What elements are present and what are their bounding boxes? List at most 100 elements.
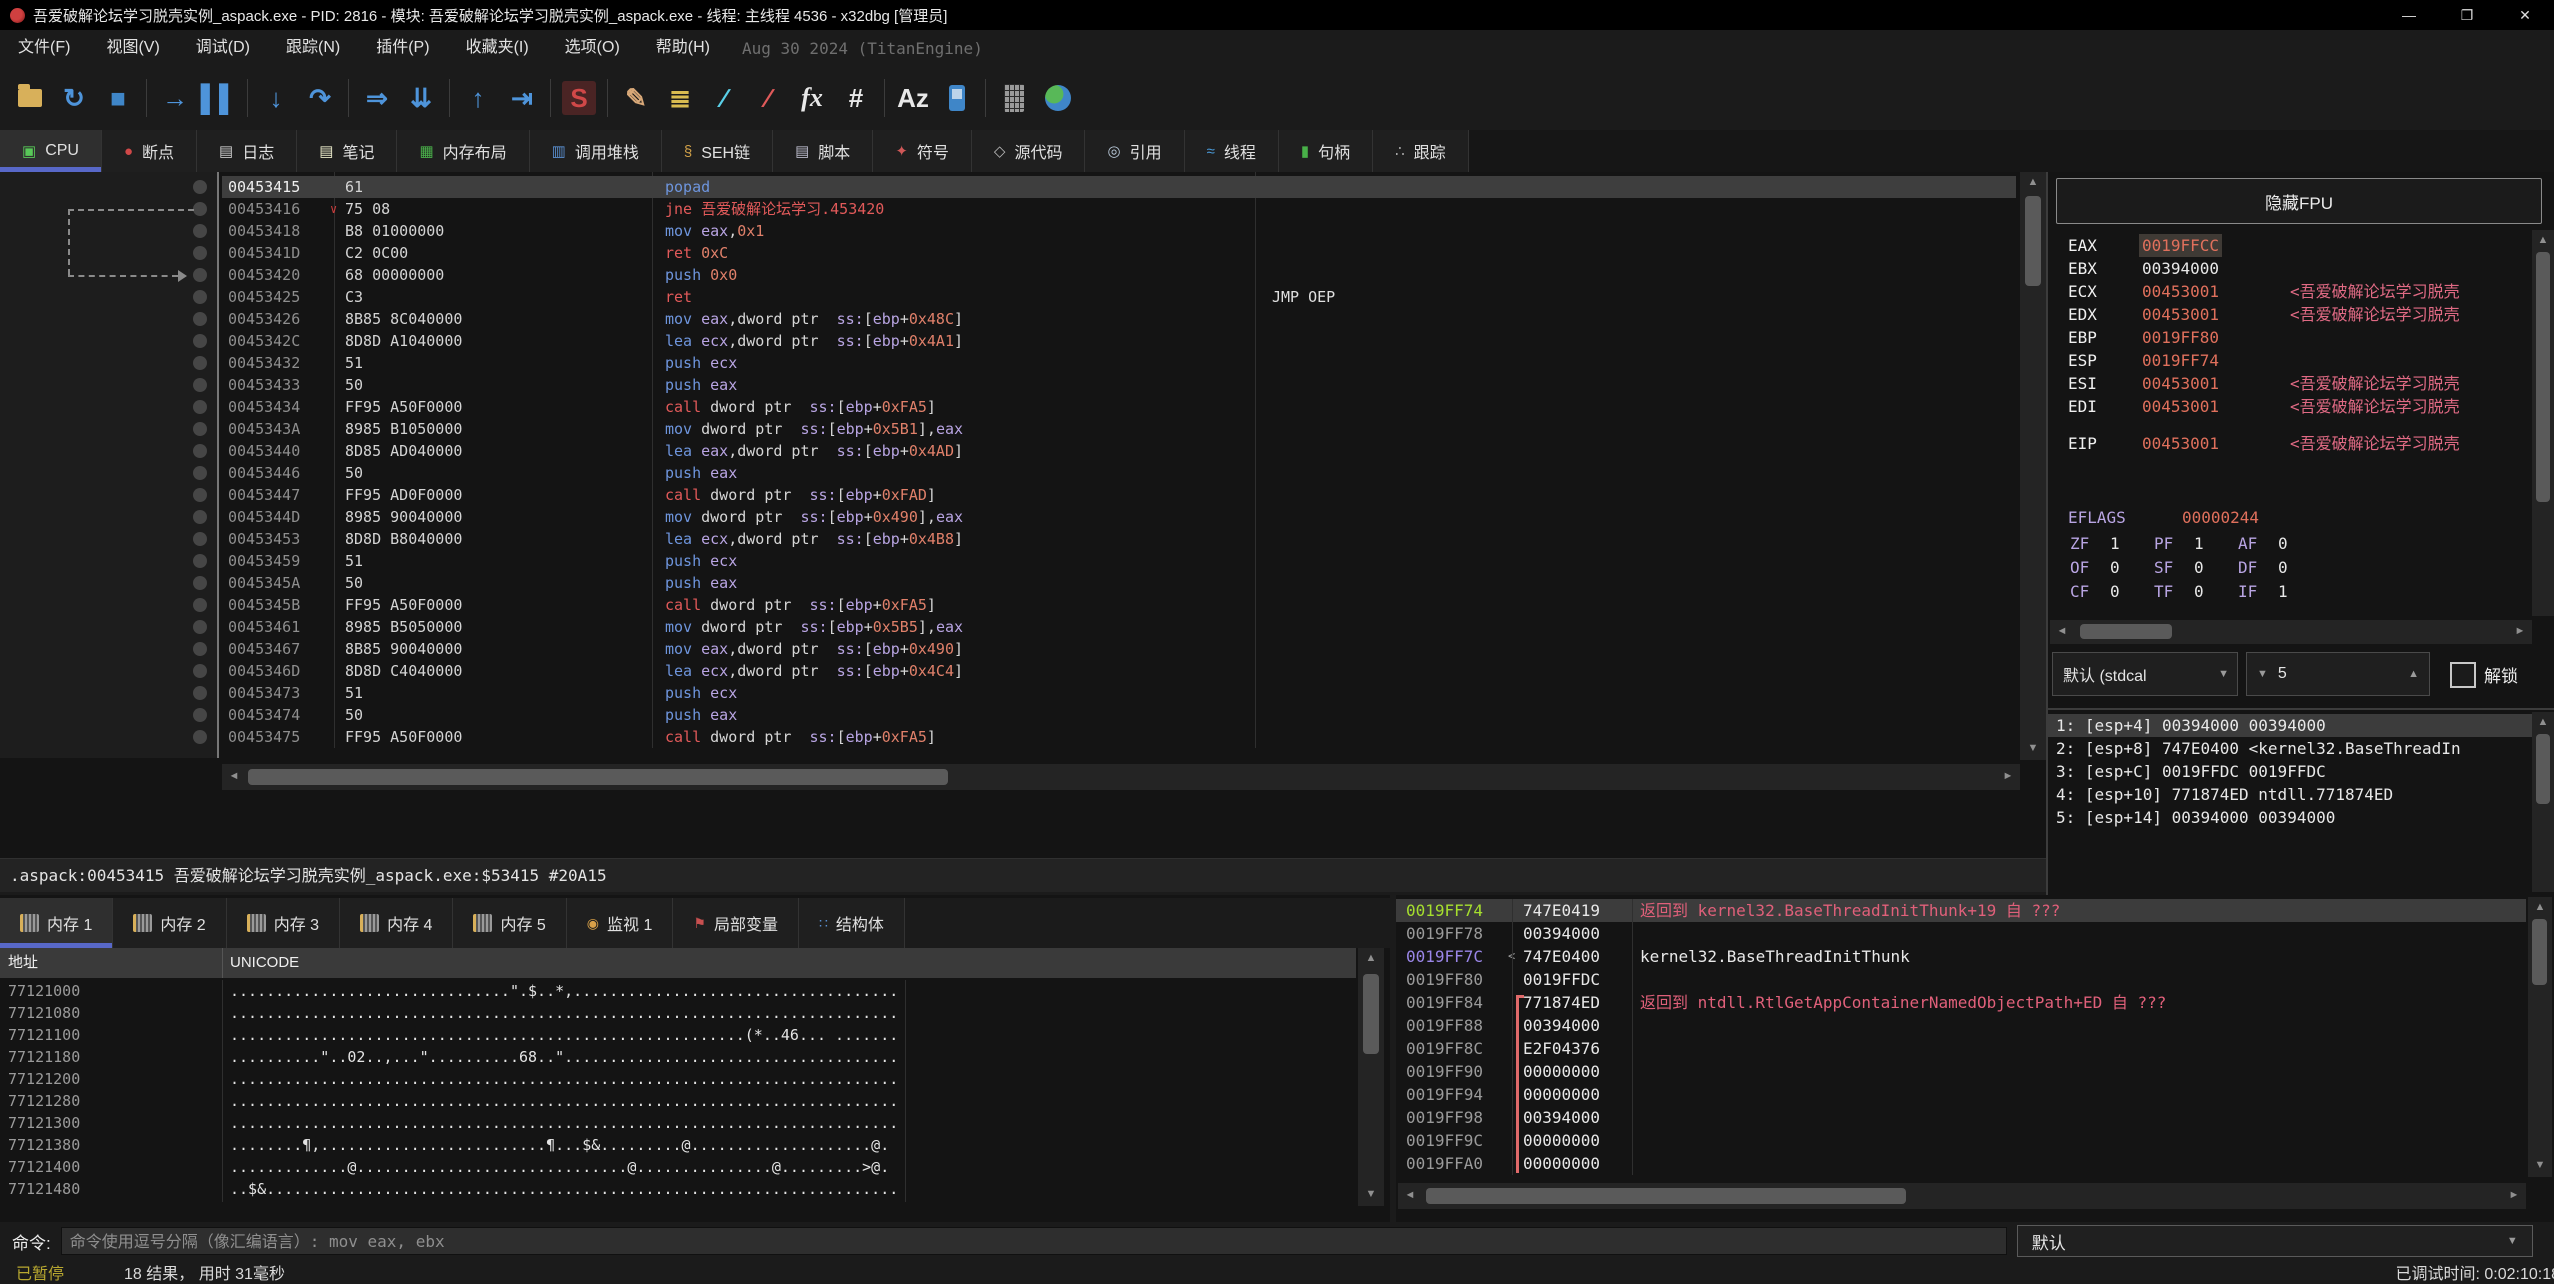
- stack-row[interactable]: 0019FF9C 00000000: [1396, 1129, 2526, 1152]
- calculator-icon[interactable]: [992, 76, 1036, 120]
- dump-row[interactable]: 77121480 ..$&............................…: [0, 1178, 1356, 1200]
- breakpoint-dot[interactable]: [193, 444, 207, 458]
- disasm-row[interactable]: 0045342C 8D8D A1040000 lea ecx,dword ptr s…: [0, 330, 2016, 352]
- tab-调用堆栈[interactable]: ▥ 调用堆栈: [529, 130, 662, 172]
- dump-row[interactable]: 77121400 .............@..................…: [0, 1156, 1356, 1178]
- disasm-row[interactable]: 0045341D C2 0C00 ret 0xC: [0, 242, 2016, 264]
- tab-seh链[interactable]: § SEH链: [661, 130, 774, 172]
- disasm-row[interactable]: 00453440 8D85 AD040000 lea eax,dword ptr s…: [0, 440, 2016, 462]
- assemble-icon[interactable]: ✎: [614, 76, 658, 120]
- register-row[interactable]: EAX 0019FFCC: [2048, 234, 2534, 257]
- calling-convention-select[interactable]: 默认 (stdcal ▼: [2052, 652, 2238, 696]
- scroll-right-arrow[interactable]: ►: [2506, 1189, 2522, 1201]
- open-file-icon[interactable]: [8, 76, 52, 120]
- maximize-button[interactable]: ❐: [2438, 0, 2496, 30]
- disassembly-panel[interactable]: 00453415 61 popad 00453416 ∨ 75 08 jne 吾爱破解论坛学…: [0, 172, 2046, 858]
- execute-till-return-icon[interactable]: ↑: [456, 76, 500, 120]
- disasm-row[interactable]: 00453433 50 push eax: [0, 374, 2016, 396]
- register-row[interactable]: ESP 0019FF74: [2048, 349, 2534, 372]
- tab-笔记[interactable]: ▤ 笔记: [297, 130, 398, 172]
- arg-count-spinner[interactable]: ▼ 5 ▲: [2246, 652, 2430, 696]
- breakpoint-dot[interactable]: [193, 400, 207, 414]
- scroll-thumb[interactable]: [2536, 252, 2550, 502]
- hide-debugger-icon[interactable]: ∕: [746, 76, 790, 120]
- patches-icon[interactable]: ≣: [658, 76, 702, 120]
- scroll-up-arrow[interactable]: ▲: [2532, 716, 2554, 728]
- scroll-up-arrow[interactable]: ▲: [1358, 952, 1384, 964]
- argument-row[interactable]: 2: [esp+8] 747E0400 <kernel32.BaseThread…: [2048, 737, 2532, 760]
- stack-hscrollbar[interactable]: ◄ ►: [1398, 1183, 2526, 1209]
- dump-row[interactable]: 77121300................................…: [0, 1112, 1356, 1134]
- menu-item-p[interactable]: 插件(P): [358, 39, 447, 56]
- spin-up-icon[interactable]: ▲: [2398, 668, 2429, 680]
- close-button[interactable]: ✕: [2496, 0, 2554, 30]
- breakpoint-dot[interactable]: [193, 730, 207, 744]
- breakpoint-dot[interactable]: [193, 356, 207, 370]
- breakpoint-dot[interactable]: [193, 598, 207, 612]
- breakpoint-dot[interactable]: [193, 290, 207, 304]
- disasm-row[interactable]: 00453415 61 popad: [0, 176, 2016, 198]
- disasm-row[interactable]: 0045345B FF95 A50F0000 call dword ptr ss:[…: [0, 594, 2016, 616]
- argument-row[interactable]: 1: [esp+4] 00394000 00394000: [2048, 714, 2532, 737]
- scroll-thumb[interactable]: [1363, 974, 1379, 1054]
- compare-icon[interactable]: ∕: [702, 76, 746, 120]
- menu-item-o[interactable]: 选项(O): [547, 39, 638, 56]
- disasm-row[interactable]: 00453474 50 push eax: [0, 704, 2016, 726]
- breakpoint-dot[interactable]: [193, 642, 207, 656]
- run-to-user-code-icon[interactable]: ⇒: [355, 76, 399, 120]
- disasm-row[interactable]: 00453473 51 push ecx: [0, 682, 2016, 704]
- stack-row[interactable]: 0019FF7C<747E0400kernel32.BaseThreadInit…: [1396, 945, 2526, 968]
- hash-icon[interactable]: #: [834, 76, 878, 120]
- hide-fpu-button[interactable]: 隐藏FPU: [2056, 178, 2542, 224]
- register-row[interactable]: EBX 00394000: [2048, 257, 2534, 280]
- breakpoint-dot[interactable]: [193, 488, 207, 502]
- args-vscrollbar[interactable]: ▲: [2532, 712, 2554, 892]
- profile-dropdown[interactable]: 默认 ▼: [2016, 1225, 2533, 1257]
- scroll-thumb[interactable]: [2080, 624, 2172, 639]
- disasm-row[interactable]: 00453447 FF95 AD0F0000 call dword ptr ss:[…: [0, 484, 2016, 506]
- tab-跟踪[interactable]: ∴ 跟踪: [1373, 130, 1469, 172]
- scroll-down-arrow[interactable]: ▼: [2528, 1159, 2552, 1171]
- breakpoint-dot[interactable]: [193, 686, 207, 700]
- scroll-right-arrow[interactable]: ►: [2512, 625, 2528, 637]
- breakpoint-dot[interactable]: [193, 554, 207, 568]
- dump-row[interactable]: 77121100................................…: [0, 1024, 1356, 1046]
- stack-row[interactable]: 0019FF98 00394000: [1396, 1106, 2526, 1129]
- dump-row[interactable]: 77121000 ..............................."…: [0, 980, 1356, 1002]
- dump-row[interactable]: 77121180 .........."..02..,..."..........…: [0, 1046, 1356, 1068]
- stack-row[interactable]: 0019FFA0 00000000: [1396, 1152, 2526, 1175]
- tab-监视-1[interactable]: ◉ 监视 1: [566, 898, 674, 948]
- disasm-row[interactable]: 00453467 8B85 90040000 mov eax,dword ptr s…: [0, 638, 2016, 660]
- disasm-row[interactable]: 00453416 ∨ 75 08 jne 吾爱破解论坛学习.453420: [0, 198, 2016, 220]
- disasm-row[interactable]: 00453425 C3 ret JMP OEP: [0, 286, 2016, 308]
- stack-row[interactable]: 0019FF84 771874ED 返回到 ntdll.RtlGetAppConta…: [1396, 991, 2526, 1014]
- breakpoint-dot[interactable]: [193, 422, 207, 436]
- menu-item-n[interactable]: 跟踪(N): [268, 39, 358, 56]
- step-into-icon[interactable]: ↓: [254, 76, 298, 120]
- scroll-up-arrow[interactable]: ▲: [2532, 234, 2554, 246]
- menu-item-f[interactable]: 文件(F): [0, 39, 88, 56]
- stack-vscrollbar[interactable]: ▲ ▼: [2528, 897, 2552, 1177]
- scroll-down-arrow[interactable]: ▼: [2020, 742, 2046, 754]
- run-icon[interactable]: →: [153, 76, 197, 120]
- tab-句柄[interactable]: ▮ 句柄: [1278, 130, 1374, 172]
- breakpoint-dot[interactable]: [193, 268, 207, 282]
- tab-内存-1[interactable]: 内存 1: [0, 898, 114, 948]
- scroll-down-arrow[interactable]: ▼: [1358, 1188, 1384, 1200]
- stack-row[interactable]: 0019FF94 00000000: [1396, 1083, 2526, 1106]
- scroll-left-arrow[interactable]: ◄: [226, 770, 242, 782]
- font-icon[interactable]: Az: [891, 76, 935, 120]
- breakpoint-dot[interactable]: [193, 246, 207, 260]
- functions-icon[interactable]: fx: [790, 76, 834, 120]
- stack-row[interactable]: 0019FF74 747E0419 返回到 kernel32.BaseThreadI…: [1396, 899, 2526, 922]
- disasm-row[interactable]: 00453432 51 push ecx: [0, 352, 2016, 374]
- disasm-row[interactable]: 00453475 FF95 A50F0000 call dword ptr ss:[…: [0, 726, 2016, 748]
- dump-vscrollbar[interactable]: ▲ ▼: [1358, 948, 1384, 1206]
- scroll-thumb[interactable]: [248, 769, 948, 785]
- registers-vscrollbar[interactable]: ▲: [2532, 230, 2554, 616]
- disasm-row[interactable]: 00453420 68 00000000 push 0x0: [0, 264, 2016, 286]
- memory-dump-panel[interactable]: 内存 1 内存 2 内存 3 内存 4 内存 5 ◉ 监视 1 ⚑ 局部变量 ∷ 结构体 地址 UN…: [0, 895, 1390, 1222]
- breakpoint-dot[interactable]: [193, 180, 207, 194]
- tab-内存-3[interactable]: 内存 3: [226, 898, 341, 948]
- register-row[interactable]: ESI 00453001 <吾爱破解论坛学习脱壳: [2048, 372, 2534, 395]
